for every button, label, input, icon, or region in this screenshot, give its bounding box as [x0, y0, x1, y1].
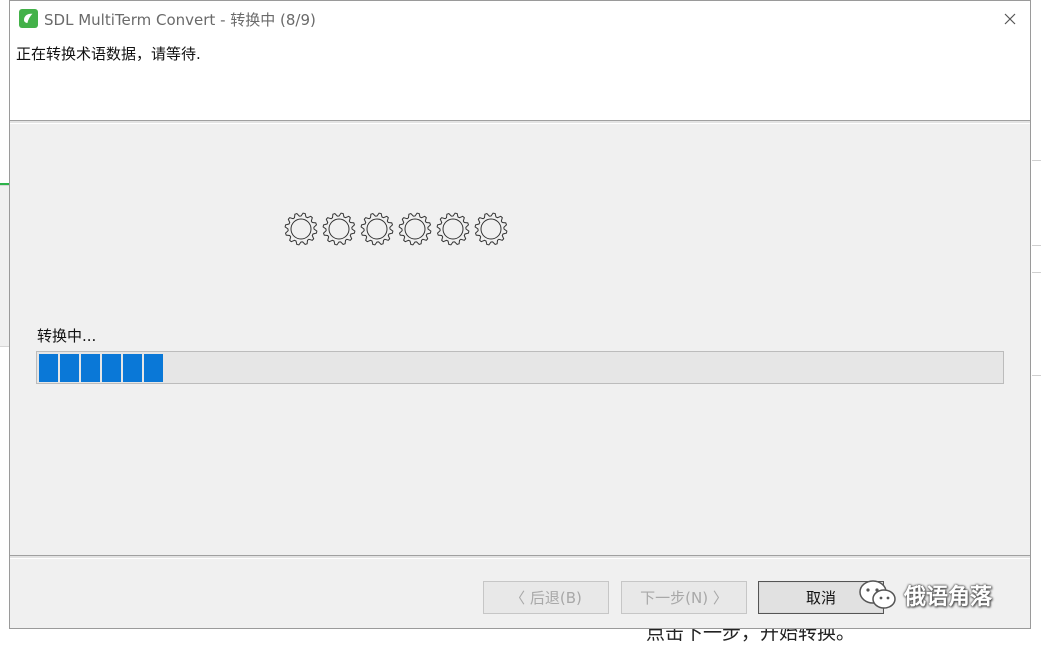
- status-text: 转换中...: [37, 327, 97, 345]
- gear-animation: [284, 212, 508, 246]
- watermark: 俄语角落: [858, 575, 992, 615]
- window-title: SDL MultiTerm Convert - 转换中 (8/9): [44, 11, 316, 29]
- progress-segment: [123, 354, 142, 382]
- close-icon: [1004, 13, 1016, 25]
- gear-icon: [474, 212, 508, 246]
- background-panel: [0, 185, 9, 347]
- progress-segment: [144, 354, 163, 382]
- multiterm-app-icon: [19, 9, 38, 28]
- header-panel: 正在转换术语数据，请等待.: [10, 37, 1030, 120]
- convert-dialog: SDL MultiTerm Convert - 转换中 (8/9) 正在转换术语…: [9, 0, 1031, 629]
- progress-segment: [102, 354, 121, 382]
- progress-segment: [39, 354, 58, 382]
- gear-icon: [398, 212, 432, 246]
- back-button[interactable]: 〈 后退(B): [483, 581, 609, 614]
- gear-icon: [360, 212, 394, 246]
- progress-fill: [39, 354, 163, 382]
- background-bottom-strip: [0, 630, 1041, 639]
- progress-segment: [81, 354, 100, 382]
- background-right-strip: [1032, 0, 1041, 639]
- title-bar: SDL MultiTerm Convert - 转换中 (8/9): [10, 1, 1030, 37]
- wechat-icon: [859, 580, 896, 609]
- footer-separator: [10, 555, 1030, 559]
- gear-icon: [284, 212, 318, 246]
- watermark-text: 俄语角落: [904, 585, 993, 610]
- header-separator: [10, 120, 1030, 124]
- next-button[interactable]: 下一步(N) 〉: [621, 581, 747, 614]
- gear-icon: [322, 212, 356, 246]
- header-description: 正在转换术语数据，请等待.: [16, 45, 201, 63]
- progress-segment: [60, 354, 79, 382]
- gear-icon: [436, 212, 470, 246]
- close-button[interactable]: [996, 5, 1024, 33]
- progress-bar: [36, 351, 1004, 384]
